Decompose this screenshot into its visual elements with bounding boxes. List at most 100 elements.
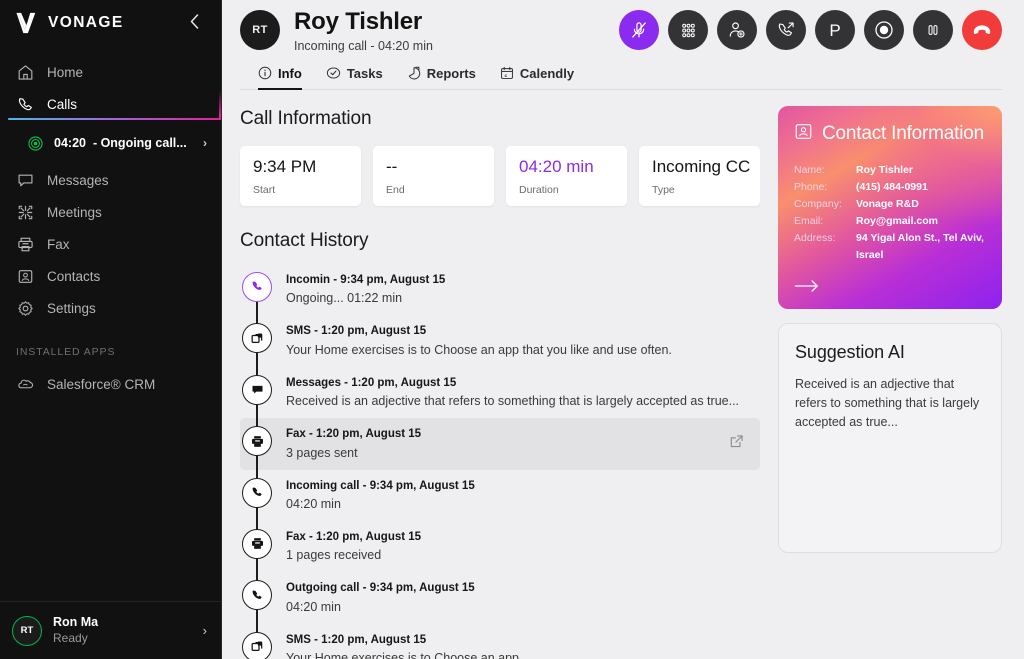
sidebar-item-meetings[interactable]: Meetings (0, 196, 221, 228)
suggestion-ai-card: Suggestion AI Received is an adjective t… (778, 322, 1002, 553)
sidebar-brand: VONAGE (0, 0, 221, 46)
sidebar-item-home[interactable]: Home (0, 56, 221, 88)
list-item[interactable]: Messages - 1:20 pm, August 15 Received i… (240, 367, 760, 427)
timeline-text: SMS - 1:20 pm, August 15 Your Home exerc… (286, 323, 748, 358)
list-item[interactable]: SMS - 1:20 pm, August 15 Your Home exerc… (240, 624, 760, 659)
tab-label: Info (278, 65, 302, 81)
record-call-button[interactable] (864, 10, 904, 51)
park-p-icon: P (829, 20, 841, 40)
timeline-marker (240, 528, 274, 581)
timeline-marker (240, 374, 274, 427)
sidebar-item-label: Fax (47, 236, 70, 252)
sidebar-user-profile[interactable]: RT Ron Ma Ready › (0, 601, 221, 659)
contact-information-header: Contact Information (794, 122, 986, 146)
mute-microphone-button[interactable] (619, 10, 659, 51)
meetings-icon (16, 203, 34, 221)
tab-calendly[interactable]: c Calendly (500, 66, 574, 90)
sidebar-item-calls[interactable]: Calls (0, 88, 221, 120)
tab-label: Calendly (519, 65, 575, 81)
chevron-right-icon[interactable]: › (203, 623, 207, 638)
sidebar-collapse-button[interactable] (184, 10, 205, 36)
contact-history-title: Contact History (240, 229, 369, 251)
chevron-right-icon[interactable]: › (203, 136, 207, 150)
sidebar-ongoing-call[interactable]: 04:20 - Ongoing call... › (0, 126, 221, 160)
printer-icon (242, 426, 272, 457)
printer-icon (16, 235, 34, 253)
park-call-button[interactable]: P (815, 10, 855, 51)
timeline-text: Incomin - 9:34 pm, August 15 Ongoing... … (286, 272, 748, 307)
home-icon (16, 63, 34, 81)
list-item[interactable]: Fax - 1:20 pm, August 15 3 pages sent (240, 418, 760, 479)
hold-call-button[interactable] (913, 10, 953, 51)
list-item[interactable]: SMS - 1:20 pm, August 15 Your Home exerc… (240, 315, 760, 376)
timeline-title: SMS - 1:20 pm, August 15 (286, 633, 427, 646)
brand-name: VONAGE (48, 14, 124, 31)
contact-field-value: (415) 484-0991 (856, 180, 928, 193)
chat-bubble-icon (16, 171, 34, 189)
phone-icon (242, 477, 272, 508)
contact-field-key: Phone: (794, 180, 828, 193)
content-body: Call Information 9:34 PM Start -- End 04… (222, 90, 1024, 659)
task-check-icon (326, 66, 341, 80)
contact-field-phone: Phone: (415) 484-0991 (794, 179, 986, 196)
timeline-text: SMS - 1:20 pm, August 15 Your Home exerc… (286, 632, 748, 659)
timeline-title: Incomin - 9:34 pm, August 15 (286, 273, 446, 286)
arrow-right-icon[interactable] (794, 278, 820, 294)
pause-icon (924, 21, 942, 39)
list-item[interactable]: Outgoing call - 9:34 pm, August 15 04:20… (240, 572, 760, 633)
list-item[interactable]: Fax - 1:20 pm, August 15 1 pages receive… (240, 521, 760, 581)
contact-field-key: Name: (794, 163, 825, 176)
contact-card-icon (16, 267, 34, 285)
add-participant-button[interactable] (717, 10, 757, 51)
phone-icon (242, 271, 272, 302)
tab-bar: Info Tasks Reports c Calendly (240, 52, 1002, 90)
timeline-detail: 3 pages sent (286, 445, 358, 460)
call-information-title: Call Information (240, 107, 372, 129)
timeline-detail: 1 pages received (286, 548, 382, 563)
sidebar-user-meta: Ron Ma Ready (53, 615, 192, 646)
sidebar-item-label: Salesforce® CRM (47, 376, 156, 392)
sidebar-item-settings[interactable]: Settings (0, 292, 221, 324)
app-root: VONAGE Home Calls 04:20 - Ongoing call..… (0, 0, 1024, 659)
sidebar-user-name: Ron Ma (53, 615, 99, 630)
tab-label: Tasks (346, 65, 383, 81)
sidebar-item-fax[interactable]: Fax (0, 228, 221, 260)
contact-field-company: Company: Vonage R&D (794, 196, 986, 213)
sidebar-item-salesforce-crm[interactable]: Salesforce® CRM (0, 368, 221, 400)
timeline-title: Messages - 1:20 pm, August 15 (286, 376, 457, 389)
contact-information-title: Contact Information (822, 122, 985, 144)
sidebar-item-label: Messages (47, 172, 109, 188)
contact-information-rows: Name: Roy Tishler Phone: (415) 484-0991 … (794, 162, 986, 264)
suggestion-ai-title: Suggestion AI (795, 341, 905, 362)
printer-icon (242, 528, 272, 559)
sidebar-item-messages[interactable]: Messages (0, 164, 221, 196)
timeline-detail: Ongoing... 01:22 min (286, 291, 403, 306)
avatar: RT (12, 615, 42, 646)
list-item[interactable]: Incomin - 9:34 pm, August 15 Ongoing... … (240, 264, 760, 324)
phone-icon (16, 95, 34, 113)
sms-icon (242, 631, 272, 659)
sidebar-item-label: Contacts (47, 268, 101, 284)
phone-icon (242, 580, 272, 611)
list-item[interactable]: Incoming call - 9:34 pm, August 15 04:20… (240, 470, 760, 530)
caller-avatar: RT (240, 10, 280, 51)
record-circle-icon (873, 19, 895, 41)
call-info-value: -- (386, 156, 398, 176)
tab-info[interactable]: Info (258, 66, 302, 90)
tab-tasks[interactable]: Tasks (326, 66, 383, 90)
dialpad-button[interactable] (668, 10, 708, 51)
ongoing-call-label: 04:20 - Ongoing call... (54, 136, 192, 150)
timeline-detail: Your Home exercises is to Choose an app.… (286, 651, 530, 659)
sidebar-item-contacts[interactable]: Contacts (0, 260, 221, 292)
timeline-detail: Your Home exercises is to Choose an app … (286, 342, 672, 357)
call-info-card-end: -- End (373, 145, 494, 206)
contact-card-icon (794, 122, 813, 146)
timeline-detail: 04:20 min (286, 599, 341, 614)
external-link-icon[interactable] (729, 434, 748, 454)
contact-field-value: Roy Tishler (856, 163, 913, 176)
transfer-call-button[interactable] (766, 10, 806, 51)
sidebar-item-label: Settings (47, 300, 96, 316)
tab-reports[interactable]: Reports (407, 66, 476, 90)
end-call-button[interactable] (962, 10, 1002, 51)
timeline-text: Incoming call - 9:34 pm, August 15 04:20… (286, 478, 748, 513)
